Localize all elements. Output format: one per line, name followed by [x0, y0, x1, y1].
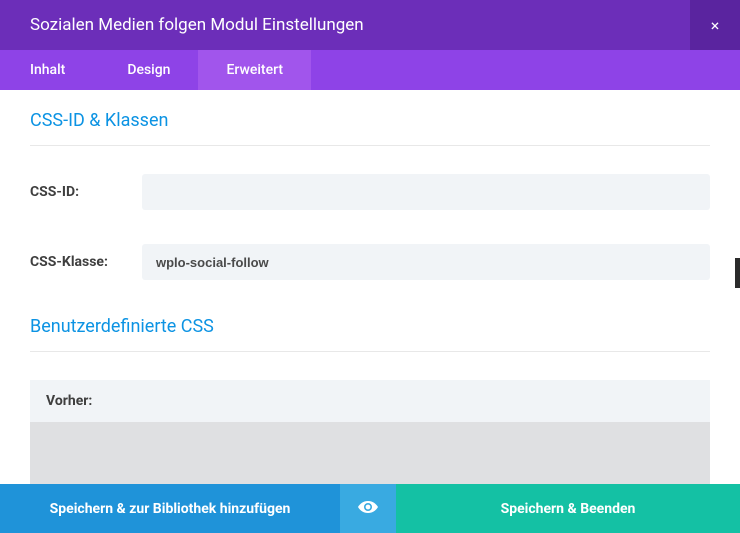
- section-title-css-id-classes: CSS-ID & Klassen: [30, 110, 710, 146]
- css-class-label: CSS-Klasse:: [30, 254, 142, 270]
- tab-design[interactable]: Design: [99, 50, 198, 90]
- css-class-input[interactable]: [142, 244, 710, 280]
- close-icon: ×: [711, 16, 720, 35]
- eye-icon: [358, 501, 378, 517]
- custom-css-before-body[interactable]: [30, 422, 710, 484]
- tab-bar: Inhalt Design Erweitert: [0, 50, 740, 90]
- title-bar: Sozialen Medien folgen Modul Einstellung…: [0, 0, 740, 50]
- modal-title: Sozialen Medien folgen Modul Einstellung…: [0, 15, 364, 35]
- field-row-css-class: CSS-Klasse:: [30, 244, 710, 280]
- custom-css-before-label: Vorher:: [30, 380, 710, 422]
- tab-erweitert[interactable]: Erweitert: [198, 50, 311, 90]
- tab-inhalt[interactable]: Inhalt: [0, 50, 99, 90]
- save-to-library-button[interactable]: Speichern & zur Bibliothek hinzufügen: [0, 484, 340, 533]
- css-id-input[interactable]: [142, 174, 710, 210]
- css-id-label: CSS-ID:: [30, 184, 142, 200]
- footer-bar: Speichern & zur Bibliothek hinzufügen Sp…: [0, 484, 740, 533]
- scrollbar[interactable]: [735, 258, 740, 288]
- content-panel: CSS-ID & Klassen CSS-ID: CSS-Klasse: Ben…: [0, 90, 740, 484]
- close-button[interactable]: ×: [690, 0, 740, 50]
- field-row-css-id: CSS-ID:: [30, 174, 710, 210]
- save-and-exit-button[interactable]: Speichern & Beenden: [396, 484, 740, 533]
- preview-button[interactable]: [340, 484, 396, 533]
- custom-css-box: Vorher:: [30, 380, 710, 484]
- section-title-custom-css: Benutzerdefinierte CSS: [30, 316, 710, 352]
